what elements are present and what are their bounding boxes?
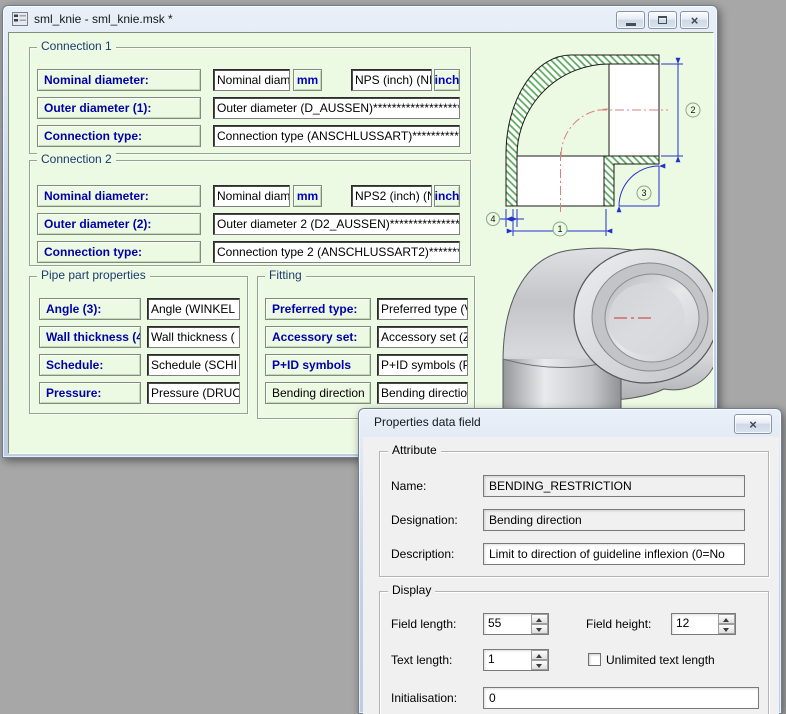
name-field[interactable]: BENDING_RESTRICTION: [483, 475, 745, 497]
mask-editor-window: sml_knie - sml_knie.msk * × Connection 1…: [2, 5, 718, 458]
designation-field[interactable]: Bending direction: [483, 509, 745, 531]
field-outer-diameter-1[interactable]: Outer diameter (D_AUSSEN)***************…: [213, 97, 460, 119]
label-preferred-type[interactable]: Preferred type:: [265, 298, 371, 320]
minimize-button[interactable]: [616, 11, 645, 29]
field-connection-type-2[interactable]: Connection type 2 (ANSCHLUSSART2)*******…: [213, 241, 460, 263]
unit-inch-2[interactable]: inch: [434, 185, 460, 207]
callout-4: 4: [490, 214, 495, 224]
close-icon: ×: [749, 418, 757, 431]
field-schedule[interactable]: Schedule (SCHI: [147, 354, 240, 376]
label-nominal-diameter-2[interactable]: Nominal diameter:: [37, 185, 201, 207]
group-caption: Connection 2: [37, 152, 116, 166]
label-connection-type-1[interactable]: Connection type:: [37, 125, 201, 147]
unlimited-text-length-checkbox[interactable]: [588, 653, 601, 666]
field-pid-symbols[interactable]: P+ID symbols (P: [377, 354, 468, 376]
field-bending-direction[interactable]: Bending directio: [377, 382, 468, 404]
field-angle[interactable]: Angle (WINKEL: [147, 298, 240, 320]
group-caption: Display: [388, 583, 435, 597]
field-wall-thickness[interactable]: Wall thickness (: [147, 326, 240, 348]
label-schedule[interactable]: Schedule:: [39, 354, 141, 376]
field-nominal-diameter-2[interactable]: Nominal diame: [213, 185, 290, 207]
field-nps-1[interactable]: NPS (inch) (NI: [351, 69, 432, 91]
elbow-3d-preview: [479, 247, 714, 431]
close-button[interactable]: ×: [680, 11, 709, 29]
label-bending-direction[interactable]: Bending direction: [265, 382, 371, 404]
text-length-label: Text length:: [391, 653, 452, 667]
initialisation-field[interactable]: 0: [483, 687, 759, 709]
field-length-label: Field length:: [391, 617, 456, 631]
mask-canvas: Connection 1 Nominal diameter: Nominal d…: [8, 32, 714, 454]
field-accessory-set[interactable]: Accessory set (Z: [377, 326, 468, 348]
label-wall-thickness[interactable]: Wall thickness (4): [39, 326, 141, 348]
minimize-icon: [626, 23, 636, 26]
field-height-label: Field height:: [586, 617, 651, 631]
label-angle[interactable]: Angle (3):: [39, 298, 141, 320]
dialog-close-button[interactable]: ×: [734, 414, 772, 434]
callout-2: 2: [690, 105, 695, 115]
label-nominal-diameter-1[interactable]: Nominal diameter:: [37, 69, 201, 91]
initialisation-label: Initialisation:: [391, 691, 457, 705]
label-outer-diameter-1[interactable]: Outer diameter (1):: [37, 97, 201, 119]
close-icon: ×: [691, 14, 699, 27]
field-preferred-type[interactable]: Preferred type (V: [377, 298, 468, 320]
description-label: Description:: [391, 547, 454, 561]
dialog-titlebar[interactable]: Properties data field: [359, 409, 781, 435]
properties-dialog: Properties data field × Attribute Name: …: [358, 408, 782, 714]
field-nps-2[interactable]: NPS2 (inch) (N: [351, 185, 432, 207]
spin-down-button[interactable]: [531, 624, 548, 634]
spin-up-button[interactable]: [718, 614, 735, 624]
label-outer-diameter-2[interactable]: Outer diameter (2):: [37, 213, 201, 235]
label-connection-type-2[interactable]: Connection type:: [37, 241, 201, 263]
restore-button[interactable]: [648, 11, 677, 29]
field-height-spinner[interactable]: 12: [671, 613, 736, 635]
unlimited-text-length-label: Unlimited text length: [606, 653, 715, 667]
text-length-value[interactable]: 1: [484, 650, 531, 670]
group-caption: Pipe part properties: [37, 268, 150, 282]
field-pressure[interactable]: Pressure (DRUC: [147, 382, 240, 404]
name-label: Name:: [391, 479, 426, 493]
field-height-value[interactable]: 12: [672, 614, 718, 634]
main-window-title: sml_knie - sml_knie.msk *: [34, 12, 173, 26]
unit-mm-1[interactable]: mm: [293, 69, 322, 91]
spin-down-button[interactable]: [531, 660, 548, 670]
field-length-value[interactable]: 55: [484, 614, 531, 634]
label-pid-symbols[interactable]: P+ID symbols: [265, 354, 371, 376]
description-field[interactable]: Limit to direction of guideline inflexio…: [483, 543, 745, 565]
designation-label: Designation:: [391, 513, 458, 527]
field-outer-diameter-2[interactable]: Outer diameter 2 (D2_AUSSEN)************…: [213, 213, 460, 235]
text-length-spinner[interactable]: 1: [483, 649, 549, 671]
group-caption: Fitting: [265, 268, 306, 282]
unit-mm-2[interactable]: mm: [293, 185, 322, 207]
field-nominal-diameter-1[interactable]: Nominal diame: [213, 69, 290, 91]
restore-icon: [658, 16, 667, 24]
field-length-spinner[interactable]: 55: [483, 613, 549, 635]
callout-3: 3: [641, 188, 646, 198]
label-pressure[interactable]: Pressure:: [39, 382, 141, 404]
elbow-section-drawing: 2 3 1 4: [486, 46, 714, 246]
spin-up-button[interactable]: [531, 650, 548, 660]
mask-file-icon: [12, 11, 28, 27]
group-caption: Attribute: [388, 443, 441, 457]
unit-inch-1[interactable]: inch: [434, 69, 460, 91]
dialog-title: Properties data field: [374, 415, 481, 429]
callout-1: 1: [557, 224, 562, 234]
dialog-body: Attribute Name: BENDING_RESTRICTION Desi…: [363, 437, 779, 714]
spin-down-button[interactable]: [718, 624, 735, 634]
group-caption: Connection 1: [37, 39, 116, 53]
label-accessory-set[interactable]: Accessory set:: [265, 326, 371, 348]
field-connection-type-1[interactable]: Connection type (ANSCHLUSSART)**********…: [213, 125, 460, 147]
main-titlebar[interactable]: sml_knie - sml_knie.msk *: [3, 6, 717, 32]
spin-up-button[interactable]: [531, 614, 548, 624]
